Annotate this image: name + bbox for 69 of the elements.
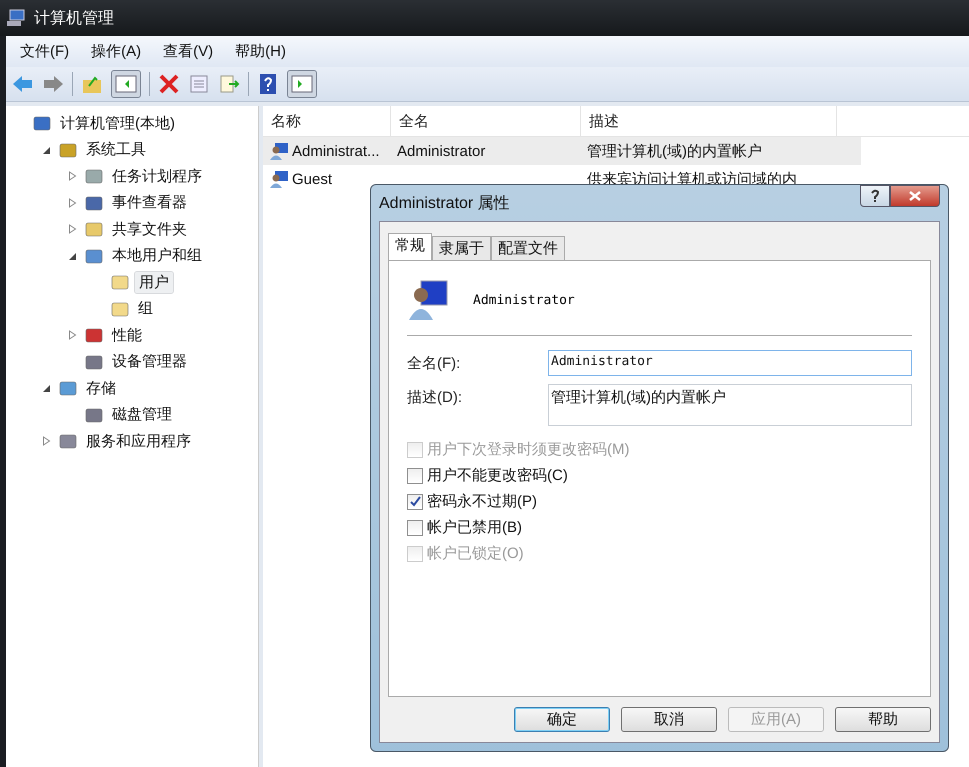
input-field[interactable]: Administrator <box>548 350 912 376</box>
checkbox[interactable] <box>407 520 423 536</box>
expand-arrow-icon[interactable] <box>68 224 77 234</box>
export-icon[interactable] <box>218 74 240 94</box>
forward-icon[interactable] <box>42 74 64 94</box>
tree-item[interactable]: 性能 <box>108 324 146 346</box>
tree-item[interactable]: 组 <box>134 298 157 320</box>
panel-icon[interactable] <box>111 70 141 98</box>
collapse-arrow-icon[interactable] <box>42 383 51 394</box>
input-field[interactable]: 管理计算机(域)的内置帐户 <box>548 384 912 426</box>
checkbox-label: 用户不能更改密码(C) <box>427 466 568 485</box>
table-cell: Guest <box>292 170 332 188</box>
menu-item[interactable]: 查看(V) <box>163 42 214 61</box>
column-header[interactable]: 描述 <box>581 106 837 136</box>
collapse-arrow-icon[interactable] <box>68 250 77 261</box>
help-icon <box>870 189 880 203</box>
checkbox-label: 用户下次登录时须更改密码(M) <box>427 440 630 459</box>
user-name: Administrator <box>473 292 575 308</box>
tree-item[interactable]: 本地用户和组 <box>108 245 206 266</box>
table-row[interactable]: Administrat... Administrator 管理计算机(域)的内置帐户 <box>263 137 861 165</box>
column-header[interactable]: 名称 <box>263 106 391 136</box>
user-icon <box>269 142 289 160</box>
tree-item[interactable]: 系统工具 <box>82 139 150 160</box>
folder-up-icon[interactable] <box>81 74 103 94</box>
help-icon[interactable] <box>257 73 279 95</box>
column-header[interactable]: 全名 <box>391 106 581 136</box>
tab[interactable]: 常规 <box>388 233 432 261</box>
dialog-button[interactable]: 帮助 <box>835 707 931 732</box>
expand-arrow-icon[interactable] <box>42 436 51 446</box>
checkbox-label: 密码永不过期(P) <box>427 492 537 511</box>
table-cell: 管理计算机(域)的内置帐户 <box>587 142 762 160</box>
table-cell: Administrator <box>397 142 486 160</box>
close-button[interactable] <box>890 185 940 207</box>
table-cell: Administrat... <box>292 142 380 160</box>
field-label: 全名(F): <box>407 354 462 374</box>
tree-item[interactable]: 设备管理器 <box>108 351 191 372</box>
properties-icon[interactable] <box>188 74 210 94</box>
window-title: 计算机管理 <box>34 8 114 28</box>
back-icon[interactable] <box>12 74 34 94</box>
checkbox[interactable] <box>407 494 423 510</box>
dialog-button[interactable]: 确定 <box>514 707 610 732</box>
tree-item[interactable]: 共享文件夹 <box>108 218 191 240</box>
expand-arrow-icon[interactable] <box>68 198 77 208</box>
checkbox-label: 帐户已锁定(O) <box>427 544 524 563</box>
field-label: 描述(D): <box>407 388 463 408</box>
tab[interactable]: 配置文件 <box>491 236 565 260</box>
expand-arrow-icon[interactable] <box>68 330 77 340</box>
dialog-title: Administrator 属性 <box>379 194 510 214</box>
panel-icon[interactable] <box>287 70 317 98</box>
tree-item[interactable]: 磁盘管理 <box>108 404 176 426</box>
tree-item[interactable]: 用户 <box>134 270 174 294</box>
tab[interactable]: 隶属于 <box>432 236 491 260</box>
delete-icon[interactable] <box>158 74 180 94</box>
dialog-button[interactable]: 取消 <box>621 707 717 732</box>
menu-item[interactable]: 操作(A) <box>91 42 142 61</box>
checkbox-label: 帐户已禁用(B) <box>427 518 522 537</box>
tree-item[interactable]: 事件查看器 <box>108 192 191 214</box>
menu-item[interactable]: 帮助(H) <box>235 42 286 61</box>
tree-item[interactable]: 存储 <box>82 378 120 399</box>
close-icon <box>909 191 921 201</box>
checkbox[interactable] <box>407 468 423 484</box>
tree-item[interactable]: 服务和应用程序 <box>82 430 195 452</box>
tree-item[interactable]: 任务计划程序 <box>108 166 206 187</box>
menu-item[interactable]: 文件(F) <box>20 42 70 61</box>
user-icon <box>269 170 289 188</box>
expand-arrow-icon[interactable] <box>68 171 77 182</box>
help-button[interactable] <box>860 185 890 207</box>
tree-item[interactable]: 计算机管理(本地) <box>56 112 179 134</box>
collapse-arrow-icon[interactable] <box>42 144 51 155</box>
